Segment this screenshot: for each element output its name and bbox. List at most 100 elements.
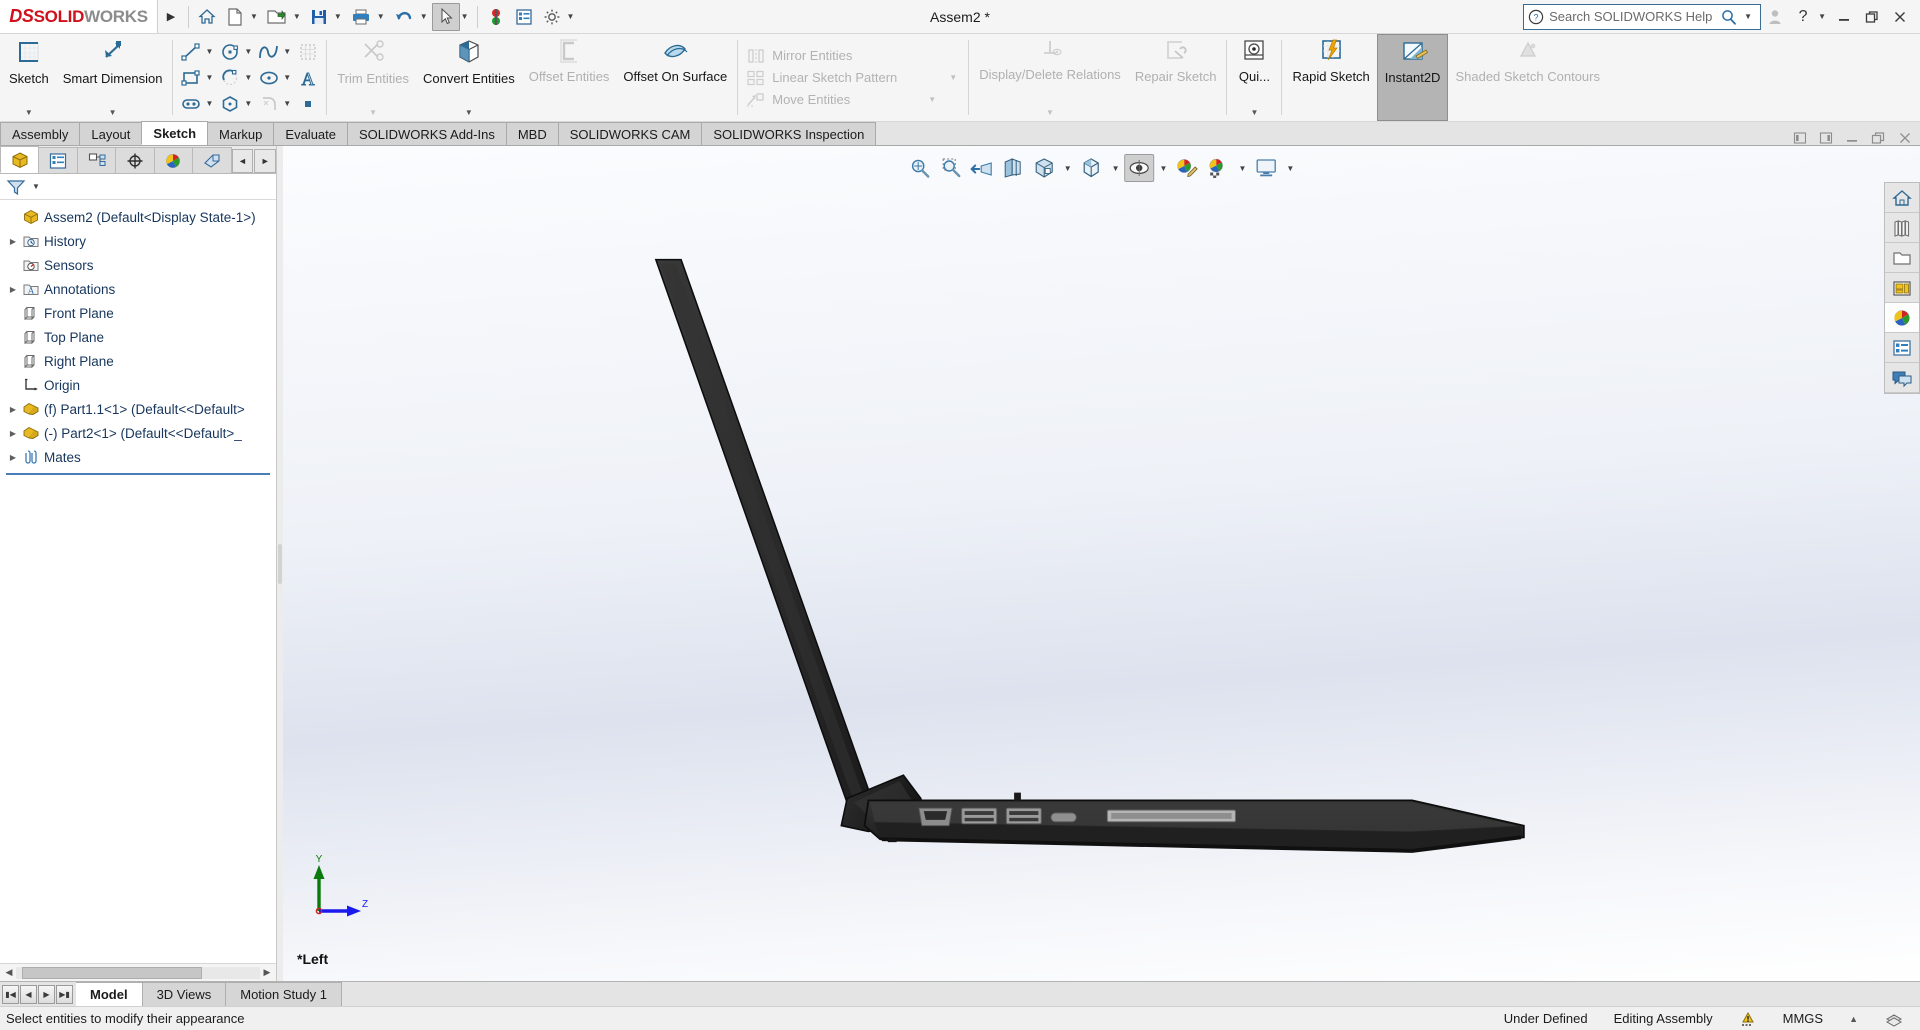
- ribbon-offset-entities-button[interactable]: Offset Entities: [522, 34, 617, 121]
- fillet-caret[interactable]: ▼: [282, 99, 295, 108]
- hide-show-items-caret[interactable]: ▼: [1156, 164, 1172, 173]
- ellipse-icon[interactable]: [256, 66, 282, 90]
- text-icon[interactable]: A: [295, 66, 321, 90]
- tree-row-history[interactable]: ▶ History: [6, 229, 276, 253]
- tab-mbd[interactable]: MBD: [505, 122, 559, 145]
- search-caret[interactable]: ▼: [1743, 12, 1756, 21]
- ribbon-trim-entities-dropdown[interactable]: ▼: [369, 108, 377, 121]
- display-style-icon[interactable]: [1077, 154, 1107, 182]
- tab-markup[interactable]: Markup: [207, 122, 275, 145]
- status-units[interactable]: MMGS: [1783, 1011, 1823, 1026]
- tree-row-origin[interactable]: Origin: [6, 373, 276, 397]
- save-icon[interactable]: [305, 3, 333, 31]
- restore-button[interactable]: [1858, 3, 1886, 31]
- tree-expander-part1[interactable]: ▶: [6, 405, 20, 414]
- tab-assembly[interactable]: Assembly: [0, 122, 81, 145]
- apply-scene-icon[interactable]: [1203, 154, 1233, 182]
- tree-expander-annotations[interactable]: ▶: [6, 285, 20, 294]
- graphics-viewport[interactable]: ▼ ▼ ▼ ▼ ▼ Y Z *Left: [283, 146, 1920, 981]
- options-gear-icon[interactable]: [538, 3, 566, 31]
- rectangle-icon[interactable]: [178, 66, 204, 90]
- hscroll-left-arrow[interactable]: ◀: [2, 967, 16, 978]
- dimxpertmanager-tab[interactable]: [115, 147, 155, 173]
- move-entities-row[interactable]: Move Entities ▼: [743, 89, 963, 111]
- arc-icon[interactable]: [217, 66, 243, 90]
- last-tab-button[interactable]: ▶▮: [56, 984, 73, 1004]
- linear-sketch-pattern-caret[interactable]: ▼: [948, 73, 961, 82]
- view-orientation-caret[interactable]: ▼: [1060, 164, 1076, 173]
- tree-row-sensors[interactable]: Sensors: [6, 253, 276, 277]
- solidworks-resources-icon[interactable]: [1885, 183, 1919, 213]
- open-folder-icon[interactable]: [262, 3, 292, 31]
- file-properties-icon[interactable]: [510, 3, 538, 31]
- status-units-caret[interactable]: ▲: [1849, 1014, 1858, 1024]
- display-style-caret[interactable]: ▼: [1108, 164, 1124, 173]
- hscroll-thumb[interactable]: [22, 966, 202, 979]
- home-icon[interactable]: [193, 3, 221, 31]
- line-caret[interactable]: ▼: [204, 47, 217, 56]
- circle-caret[interactable]: ▼: [243, 47, 256, 56]
- custom-properties-icon[interactable]: [1885, 333, 1919, 363]
- tree-row-mates[interactable]: ▶ Mates: [6, 445, 276, 469]
- laptop-3d-model[interactable]: [283, 146, 1920, 981]
- tab-solidworks-add-ins[interactable]: SOLIDWORKS Add-Ins: [347, 122, 507, 145]
- feature-tree-hscrollbar[interactable]: ◀ ▶: [0, 963, 276, 981]
- select-cursor-icon[interactable]: [431, 2, 460, 31]
- hide-show-items-icon[interactable]: [1124, 154, 1155, 182]
- circle-icon[interactable]: [217, 40, 243, 64]
- minimize-button[interactable]: [1830, 3, 1858, 31]
- linear-sketch-pattern-row[interactable]: Linear Sketch Pattern ▼: [743, 67, 963, 89]
- ribbon-convert-entities-dropdown[interactable]: ▼: [465, 108, 473, 121]
- spline-caret[interactable]: ▼: [282, 47, 295, 56]
- feature-manager-prev-button[interactable]: ◄: [231, 149, 254, 173]
- tree-rollback-bar[interactable]: [6, 473, 270, 475]
- options-caret[interactable]: ▼: [566, 12, 579, 21]
- print-icon[interactable]: [346, 3, 376, 31]
- feature-tree-filter[interactable]: ▼: [0, 174, 276, 200]
- filter-caret[interactable]: ▼: [31, 182, 44, 191]
- hscroll-track[interactable]: [16, 966, 260, 979]
- ribbon-sketch-dropdown[interactable]: ▼: [25, 108, 33, 121]
- ribbon-instant2d-button[interactable]: Instant2D: [1376, 34, 1449, 121]
- ribbon-quick-snaps-dropdown[interactable]: ▼: [1251, 108, 1259, 121]
- ribbon-sketch-button[interactable]: Sketch ▼: [2, 34, 56, 121]
- displaymanager-tab[interactable]: [153, 147, 194, 173]
- viewport-layout-icon[interactable]: [1251, 154, 1281, 182]
- rebuild-icon[interactable]: [482, 3, 510, 31]
- tree-row-front-plane[interactable]: Front Plane: [6, 301, 276, 325]
- bottom-tab-3d-views[interactable]: 3D Views: [142, 982, 227, 1006]
- edit-appearance-icon[interactable]: [1172, 154, 1202, 182]
- tree-expander-part2[interactable]: ▶: [6, 429, 20, 438]
- new-document-icon[interactable]: [221, 3, 249, 31]
- search-input[interactable]: ? Search SOLIDWORKS Help ▼: [1523, 3, 1762, 30]
- file-explorer-icon[interactable]: [1885, 243, 1919, 273]
- configurationmanager-tab[interactable]: [76, 147, 117, 173]
- appearances-scenes-icon[interactable]: [1885, 303, 1919, 333]
- save-caret[interactable]: ▼: [333, 12, 346, 21]
- trim-grid-icon[interactable]: [295, 40, 321, 64]
- fillet-icon[interactable]: [256, 92, 282, 116]
- pin-left-button[interactable]: [1793, 131, 1807, 145]
- zoom-to-area-icon[interactable]: [936, 154, 966, 182]
- ribbon-smart-dimension-button[interactable]: Smart Dimension ▼: [56, 34, 170, 121]
- hscroll-right-arrow[interactable]: ▶: [260, 967, 274, 978]
- tab-evaluate[interactable]: Evaluate: [273, 122, 348, 145]
- next-tab-button[interactable]: ▶: [38, 984, 55, 1004]
- prev-tab-button[interactable]: ◀: [20, 984, 37, 1004]
- tree-row-part2[interactable]: ▶ (-) Part2<1> (Default<<Default>_: [6, 421, 276, 445]
- tab-layout[interactable]: Layout: [79, 122, 143, 145]
- apply-scene-caret[interactable]: ▼: [1234, 164, 1250, 173]
- viewport-layout-caret[interactable]: ▼: [1282, 164, 1298, 173]
- menu-expand-arrow[interactable]: ▶: [158, 10, 184, 23]
- propertymanager-tab[interactable]: [38, 147, 78, 173]
- ribbon-quick-snaps-button[interactable]: Qui... ▼: [1230, 34, 1278, 121]
- undo-icon[interactable]: [389, 3, 419, 31]
- zoom-to-fit-icon[interactable]: [905, 154, 935, 182]
- polygon-caret[interactable]: ▼: [243, 99, 256, 108]
- tree-row-annotations[interactable]: ▶ A Annotations: [6, 277, 276, 301]
- view-palette-icon[interactable]: [1885, 273, 1919, 303]
- view-orientation-icon[interactable]: [1029, 154, 1059, 182]
- slot-icon[interactable]: [178, 92, 204, 116]
- doc-restore-button[interactable]: [1871, 131, 1886, 145]
- tree-row-top-plane[interactable]: Top Plane: [6, 325, 276, 349]
